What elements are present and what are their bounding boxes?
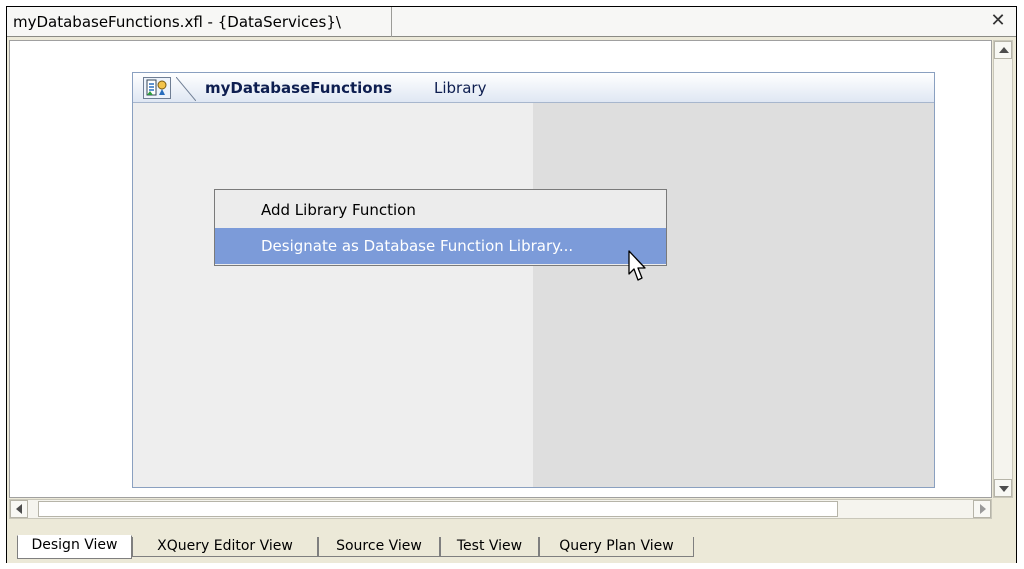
tab-query-plan-view[interactable]: Query Plan View: [539, 537, 694, 557]
tab-design-view[interactable]: Design View: [17, 535, 132, 559]
title-bar: myDatabaseFunctions.xfl - {DataServices}…: [7, 7, 1016, 37]
horizontal-scrollbar[interactable]: [9, 499, 992, 519]
tab-xquery-editor-view[interactable]: XQuery Editor View: [132, 537, 318, 557]
header-tab-slant: [176, 77, 196, 101]
scrollbar-corner: [993, 499, 1013, 519]
menu-item-add-library-function[interactable]: Add Library Function: [215, 192, 666, 228]
library-panel[interactable]: myDatabaseFunctions Library: [132, 72, 935, 488]
library-name: myDatabaseFunctions: [205, 79, 393, 97]
scroll-left-button[interactable]: [10, 500, 28, 518]
library-panel-header: myDatabaseFunctions Library: [133, 73, 934, 103]
library-panel-left-area[interactable]: [133, 103, 533, 487]
design-canvas[interactable]: myDatabaseFunctions Library: [9, 40, 992, 498]
library-panel-right-area[interactable]: [533, 103, 934, 487]
window-title: myDatabaseFunctions.xfl - {DataServices}…: [13, 13, 341, 31]
tab-test-view[interactable]: Test View: [440, 537, 539, 557]
vertical-scrollbar[interactable]: [993, 40, 1013, 498]
context-menu: Add Library Function Designate as Databa…: [214, 189, 667, 266]
scroll-up-button[interactable]: [994, 41, 1012, 59]
horizontal-scroll-thumb[interactable]: [38, 501, 838, 517]
mouse-pointer-icon: [628, 250, 646, 281]
library-icon: [143, 77, 171, 99]
editor-window: myDatabaseFunctions.xfl - {DataServices}…: [6, 6, 1017, 563]
view-tab-bar: Design View XQuery Editor View Source Vi…: [7, 521, 1016, 563]
library-type-label: Library: [434, 79, 487, 97]
scroll-right-button[interactable]: [973, 500, 991, 518]
menu-item-designate-database-function-library[interactable]: Designate as Database Function Library..…: [215, 228, 666, 264]
title-tab-separator: [391, 7, 392, 37]
close-icon[interactable]: ✕: [988, 10, 1008, 32]
tab-source-view[interactable]: Source View: [318, 537, 440, 557]
scroll-down-button[interactable]: [994, 479, 1012, 497]
